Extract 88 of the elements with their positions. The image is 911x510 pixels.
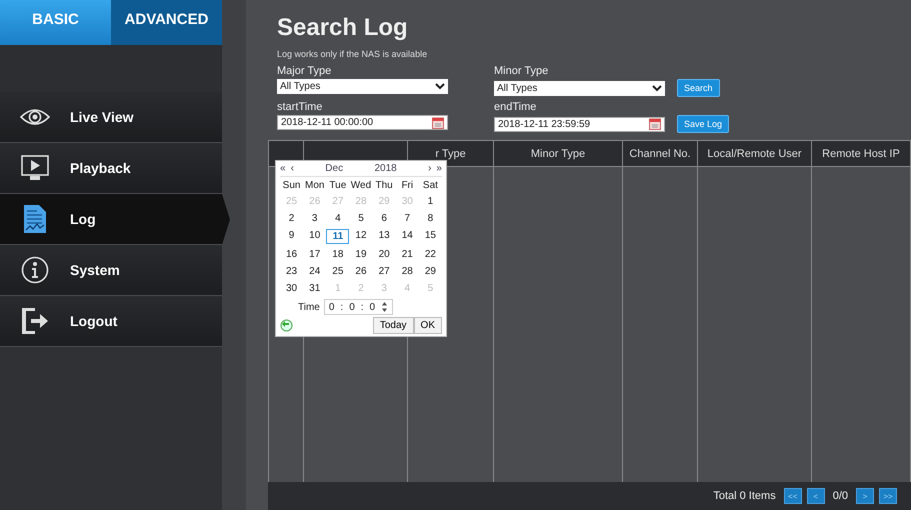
weekday-label: Tue bbox=[328, 180, 348, 191]
calendar-day[interactable]: 10 bbox=[303, 229, 326, 244]
previous-month-button[interactable]: ‹ bbox=[290, 163, 294, 174]
calendar-day[interactable]: 8 bbox=[418, 212, 442, 225]
calendar-day[interactable]: 2 bbox=[280, 212, 304, 225]
field-label: Minor Type bbox=[494, 65, 550, 77]
weekday-label: Mon bbox=[304, 180, 326, 191]
page-title: Search Log bbox=[277, 14, 409, 42]
calendar-icon bbox=[432, 116, 444, 128]
column-header: Minor Type bbox=[494, 141, 623, 166]
field-label: Major Type bbox=[277, 65, 332, 77]
nav-item[interactable]: Log bbox=[0, 194, 230, 245]
next-year-button[interactable]: » bbox=[436, 163, 442, 174]
nav-label: Log bbox=[70, 211, 96, 227]
calendar-day[interactable]: 11 bbox=[326, 229, 350, 244]
calendar-day[interactable]: 14 bbox=[396, 229, 419, 244]
nav-item[interactable]: Logout bbox=[0, 296, 222, 347]
calendar-day[interactable]: 4 bbox=[326, 212, 350, 225]
info-icon bbox=[21, 256, 49, 284]
calendar-day[interactable]: 7 bbox=[396, 212, 419, 225]
field-label: startTime bbox=[277, 101, 324, 113]
time-label: Time bbox=[298, 302, 320, 312]
document-chart-icon bbox=[23, 204, 47, 234]
weekday-label: Wed bbox=[350, 180, 372, 191]
calendar-day[interactable]: 18 bbox=[326, 248, 350, 261]
calendar-day[interactable]: 19 bbox=[349, 248, 373, 261]
dropdown[interactable]: All Types bbox=[494, 80, 665, 96]
nav-label: Live View bbox=[70, 109, 134, 125]
picker-button[interactable]: Today bbox=[372, 317, 414, 334]
chevron-down-icon bbox=[652, 84, 662, 92]
action-button[interactable]: Search bbox=[677, 79, 720, 97]
weekday-label: Sun bbox=[282, 180, 302, 191]
calendar-day[interactable]: 9 bbox=[280, 229, 304, 244]
nav-label: System bbox=[70, 262, 120, 278]
calendar-day[interactable]: 21 bbox=[396, 248, 419, 261]
calendar-day[interactable]: 29 bbox=[418, 265, 442, 278]
weekday-label: Fri bbox=[400, 180, 414, 191]
month-label[interactable]: Dec bbox=[325, 163, 344, 174]
logout-icon bbox=[21, 308, 49, 334]
calendar-day[interactable]: 3 bbox=[303, 212, 326, 225]
year-label[interactable]: 2018 bbox=[374, 163, 397, 174]
time-field[interactable]: 0 : 0 : 0 bbox=[324, 299, 394, 315]
calendar-day[interactable]: 15 bbox=[418, 229, 442, 244]
nav-label: Playback bbox=[70, 160, 131, 176]
page-indicator: 0/0 bbox=[832, 490, 848, 502]
spinner-icon bbox=[381, 301, 388, 313]
picker-button[interactable]: OK bbox=[414, 317, 442, 334]
calendar-day[interactable]: 17 bbox=[303, 248, 326, 261]
calendar-day[interactable]: 12 bbox=[349, 229, 373, 244]
calendar-day[interactable]: 24 bbox=[303, 265, 326, 278]
next-month-button[interactable]: › bbox=[428, 163, 432, 174]
tab[interactable]: ADVANCED bbox=[111, 0, 222, 45]
calendar-day[interactable]: 23 bbox=[280, 265, 304, 278]
calendar-day[interactable]: 27 bbox=[372, 265, 396, 278]
calendar-icon bbox=[649, 118, 661, 130]
dropdown[interactable]: All Types bbox=[277, 79, 448, 94]
nav-item[interactable]: Live View bbox=[0, 92, 222, 143]
calendar-day[interactable]: 13 bbox=[372, 229, 396, 244]
previous-year-button[interactable]: « bbox=[280, 163, 286, 174]
calendar-day[interactable]: 28 bbox=[396, 265, 419, 278]
refresh-icon bbox=[280, 319, 293, 332]
column-header: Remote Host IP bbox=[812, 141, 911, 166]
nav-item[interactable]: System bbox=[0, 245, 222, 296]
calendar-day[interactable]: 31 bbox=[303, 282, 326, 295]
date-field[interactable]: 2018-12-11 00:00:00 bbox=[277, 115, 448, 130]
nav-item[interactable]: Playback bbox=[0, 143, 222, 194]
field-label: endTime bbox=[494, 101, 538, 113]
calendar-day[interactable]: 26 bbox=[349, 265, 373, 278]
calendar-day[interactable]: 1 bbox=[418, 195, 442, 208]
weekday-label: Sat bbox=[422, 180, 439, 191]
calendar-day[interactable]: 22 bbox=[418, 248, 442, 261]
calendar-day[interactable]: 25 bbox=[326, 265, 350, 278]
nav-label: Logout bbox=[70, 313, 118, 329]
chevron-down-icon bbox=[435, 83, 445, 90]
calendar-day[interactable]: 30 bbox=[280, 282, 304, 295]
eye-icon bbox=[20, 107, 50, 127]
weekday-label: Thu bbox=[374, 180, 394, 191]
column-header: Channel No. bbox=[623, 141, 698, 166]
calendar-day[interactable]: 16 bbox=[280, 248, 304, 261]
action-button[interactable]: Save Log bbox=[677, 115, 730, 133]
info-note: Log works only if the NAS is available bbox=[277, 49, 428, 59]
calendar-day[interactable]: 5 bbox=[349, 212, 373, 225]
monitor-play-icon bbox=[21, 155, 49, 181]
column-header: Local/Remote User bbox=[698, 141, 812, 166]
calendar-day[interactable]: 6 bbox=[372, 212, 396, 225]
date-field[interactable]: 2018-12-11 23:59:59 bbox=[494, 116, 665, 132]
calendar-day[interactable]: 20 bbox=[372, 248, 396, 261]
total-count: Total 0 Items bbox=[713, 490, 776, 502]
